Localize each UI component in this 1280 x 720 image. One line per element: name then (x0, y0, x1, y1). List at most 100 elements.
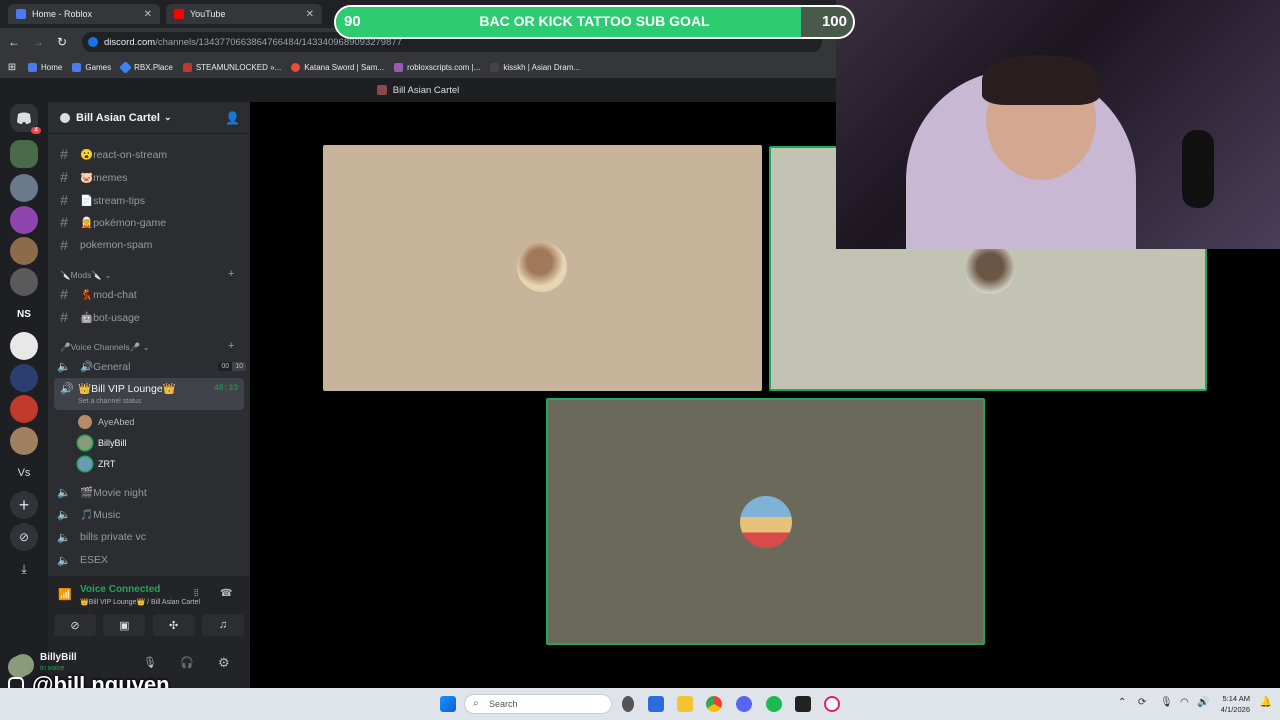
notification-icon[interactable]: 🔔 (1260, 697, 1272, 708)
server-icon-ns[interactable]: NS (10, 300, 38, 328)
bookmark-label: Games (85, 62, 112, 72)
category-voice-channels[interactable]: 🎤Voice Channels🎤 ⌄ (60, 342, 150, 353)
channel-stream-tips[interactable]: # 📄stream-tips (56, 190, 246, 210)
server-icon[interactable] (10, 395, 38, 423)
volume-icon[interactable]: 🔊 (1197, 697, 1209, 708)
channel-name: 🐷memes (80, 171, 128, 184)
voice-connected-title: Voice Connected (80, 584, 161, 595)
activities-icon[interactable]: ✣ (152, 614, 195, 636)
server-header[interactable]: Bill Asian Cartel ⌄ 👤 (48, 102, 250, 134)
add-channel-icon[interactable]: + (228, 268, 234, 280)
opera-icon[interactable] (824, 696, 840, 712)
site-info-icon[interactable] (88, 37, 98, 47)
soundboard-icon[interactable]: ♫ (201, 614, 244, 636)
channel-name: pokemon-spam (80, 239, 153, 251)
sync-icon[interactable]: ⟳ (1138, 697, 1146, 708)
tab-label: Home - Roblox (32, 9, 93, 19)
camera-off-icon[interactable]: ⊘ (54, 614, 96, 636)
back-icon[interactable]: ← (2, 35, 26, 49)
add-member-icon[interactable]: 👤 (225, 111, 240, 125)
channel-bot-usage[interactable]: # 🤖bot-usage (56, 307, 246, 327)
channel-react-on-stream[interactable]: # 😮react-on-stream (56, 144, 246, 164)
microphone-icon[interactable]: 🎙 (1160, 697, 1173, 708)
add-server-icon[interactable]: + (10, 491, 38, 519)
voice-channel-bills-private[interactable]: 🔈 bills private vc (56, 527, 246, 547)
headphones-icon[interactable]: 🎧 (180, 656, 194, 669)
add-channel-icon[interactable]: + (228, 340, 234, 352)
bookmark-games[interactable]: Games (72, 62, 112, 72)
tab-roblox[interactable]: Home - Roblox ✕ (8, 4, 160, 24)
forward-icon[interactable]: → (26, 35, 50, 49)
bookmark-rbxplace[interactable]: RBX.Place (119, 60, 173, 74)
voice-connected-subtitle[interactable]: 👑Bill VIP Lounge👑 / Bill Asian Cartel (80, 598, 200, 606)
server-icon[interactable] (10, 364, 38, 392)
reload-icon[interactable]: ↻ (50, 35, 74, 49)
noise-suppression-icon[interactable]: ⦙⦙ (194, 588, 198, 599)
video-tile-zrt[interactable] (546, 398, 985, 645)
voice-channel-esex[interactable]: 🔈 ESEX (56, 550, 246, 570)
category-mods[interactable]: 🔪Mods🔪 ⌄ (60, 270, 111, 281)
bookmark-kisskh[interactable]: kisskh | Asian Dram... (490, 62, 580, 72)
microphone-icon[interactable]: 🎙 (143, 656, 157, 669)
bookmark-home[interactable]: Home (28, 62, 62, 72)
apps-grid-icon[interactable]: ⊞ (0, 62, 24, 73)
channel-name: 💃mod-chat (80, 288, 137, 301)
speaker-icon: 🔈 (57, 508, 71, 521)
voice-channel-movie-night[interactable]: 🔈 🎬Movie night (56, 482, 246, 502)
taskbar-search[interactable]: ⌕ Search (464, 694, 612, 714)
discord-icon[interactable] (736, 696, 752, 712)
server-icon[interactable] (10, 237, 38, 265)
screen-share-icon[interactable]: ▣ (103, 614, 146, 636)
mouse-icon[interactable] (622, 696, 634, 712)
voice-user[interactable]: AyeAbed (78, 413, 134, 431)
close-icon[interactable]: ✕ (144, 9, 152, 20)
chevron-up-icon[interactable]: ⌃ (1118, 697, 1126, 708)
explore-icon[interactable]: ⊘ (10, 523, 38, 551)
bookmark-robloxscripts[interactable]: robloxscripts.com |... (394, 62, 481, 72)
server-icon-vs[interactable]: Vs (10, 459, 38, 487)
channel-pokemon-game[interactable]: # 🧝pokémon-game (56, 212, 246, 232)
chrome-icon[interactable] (706, 696, 722, 712)
channel-mod-chat[interactable]: # 💃mod-chat (56, 284, 246, 304)
voice-connected-panel: 📶 Voice Connected 👑Bill VIP Lounge👑 / Bi… (48, 576, 250, 646)
chevron-down-icon: ⌄ (163, 112, 172, 122)
store-icon[interactable] (648, 696, 664, 712)
category-label: 🎤Voice Channels🎤 (60, 342, 141, 352)
system-clock[interactable]: 5:14 AM 4/1/2026 (1221, 693, 1250, 715)
discord-home-icon[interactable]: 4 (10, 104, 41, 134)
server-icon[interactable] (10, 206, 38, 234)
search-placeholder: Search (489, 699, 518, 709)
settings-gear-icon[interactable]: ⚙ (218, 655, 230, 671)
avatar (78, 436, 92, 450)
disconnect-icon[interactable]: ☎ (220, 588, 232, 599)
file-explorer-icon[interactable] (677, 696, 693, 712)
video-tile-ayeabed[interactable] (323, 145, 762, 391)
server-icon[interactable] (10, 427, 38, 455)
voice-channel-general[interactable]: 🔈 🔊General 00 10 (56, 356, 246, 376)
wifi-icon[interactable]: ◠ (1180, 697, 1189, 708)
close-icon[interactable]: ✕ (306, 9, 314, 20)
channel-pokemon-spam[interactable]: # pokemon-spam (56, 235, 246, 255)
voice-user[interactable]: BillyBill (78, 434, 127, 452)
channel-memes[interactable]: # 🐷memes (56, 167, 246, 187)
server-name: Bill Asian Cartel (76, 111, 160, 124)
server-icon[interactable] (10, 174, 38, 202)
server-icon[interactable] (10, 268, 38, 296)
channel-status-prompt[interactable]: Set a channel status (78, 398, 141, 405)
download-icon[interactable]: ⤓ (10, 555, 38, 583)
voice-channel-music[interactable]: 🔈 🎵Music (56, 504, 246, 524)
server-icon-bill-asian-cartel[interactable] (10, 140, 38, 168)
start-icon[interactable] (440, 696, 456, 712)
spotify-icon[interactable] (766, 696, 782, 712)
voice-user[interactable]: ZRT (78, 455, 115, 473)
bookmark-label: robloxscripts.com |... (407, 62, 481, 72)
bookmark-steamunlocked[interactable]: STEAMUNLOCKED »... (182, 62, 281, 72)
clock-date: 4/1/2026 (1220, 705, 1250, 714)
server-icon[interactable] (10, 332, 38, 360)
goal-title: BAC OR KICK TATTOO SUB GOAL (479, 13, 710, 29)
bookmark-katana[interactable]: Katana Sword | Sam... (291, 62, 384, 72)
voice-channel-lounge[interactable]: 🔊 👑Bill VIP Lounge👑 48:33 Set a channel … (54, 378, 244, 410)
obs-icon[interactable] (795, 696, 811, 712)
tab-youtube[interactable]: YouTube ✕ (166, 4, 322, 24)
window-title-bar: Bill Asian Cartel (0, 78, 836, 102)
